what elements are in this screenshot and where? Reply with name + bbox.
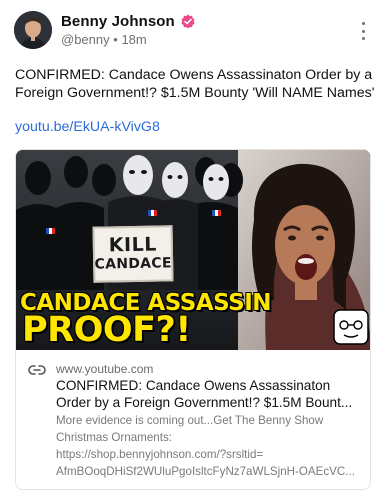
card-description-line: https://shop.bennyjohnson.com/?srsltid= xyxy=(56,448,264,461)
card-title[interactable]: CONFIRMED: Candace Owens Assassinaton Or… xyxy=(56,377,362,411)
card-description-line: More evidence is coming out...Get The Be… xyxy=(56,414,324,427)
post-text: CONFIRMED: Candace Owens Assassinaton Or… xyxy=(15,67,375,101)
card-description: More evidence is coming out...Get The Be… xyxy=(56,412,362,480)
post-time[interactable]: 18m xyxy=(121,32,146,47)
card-domain: www.youtube.com xyxy=(56,362,154,376)
avatar-image xyxy=(14,11,52,49)
video-thumbnail[interactable]: KILL CANDACE CANDACE ASSASSIN PROOF?! xyxy=(16,150,370,350)
author-row: Benny Johnson xyxy=(61,13,196,30)
post: Benny Johnson @benny • 18m CONFIRMED: Ca… xyxy=(0,0,386,500)
post-link[interactable]: youtu.be/EkUA-kVivG8 xyxy=(15,119,160,135)
link-icon xyxy=(28,365,46,375)
author-handle[interactable]: @benny xyxy=(61,32,110,47)
card-description-line: Christmas Ornaments: xyxy=(56,431,172,444)
post-meta: @benny • 18m xyxy=(61,32,147,47)
more-vertical-icon[interactable] xyxy=(360,22,366,40)
sign-line-2: CANDACE xyxy=(94,255,172,273)
verified-badge-icon xyxy=(180,14,196,30)
sign-line-1: KILL xyxy=(108,233,158,257)
card-body[interactable]: www.youtube.com CONFIRMED: Candace Owens… xyxy=(16,350,370,489)
link-preview-card[interactable]: KILL CANDACE CANDACE ASSASSIN PROOF?! ww… xyxy=(15,149,371,490)
author-name[interactable]: Benny Johnson xyxy=(61,13,175,30)
meta-separator: • xyxy=(113,32,118,47)
avatar[interactable] xyxy=(14,11,52,49)
kill-sign: KILL CANDACE xyxy=(92,225,174,283)
card-description-line: AfmBOoqDHiSf2WUluPgoIsltcFyNz7aWLSjnH-OA… xyxy=(56,465,355,478)
thumbnail-headline-2: PROOF?! xyxy=(22,310,191,350)
